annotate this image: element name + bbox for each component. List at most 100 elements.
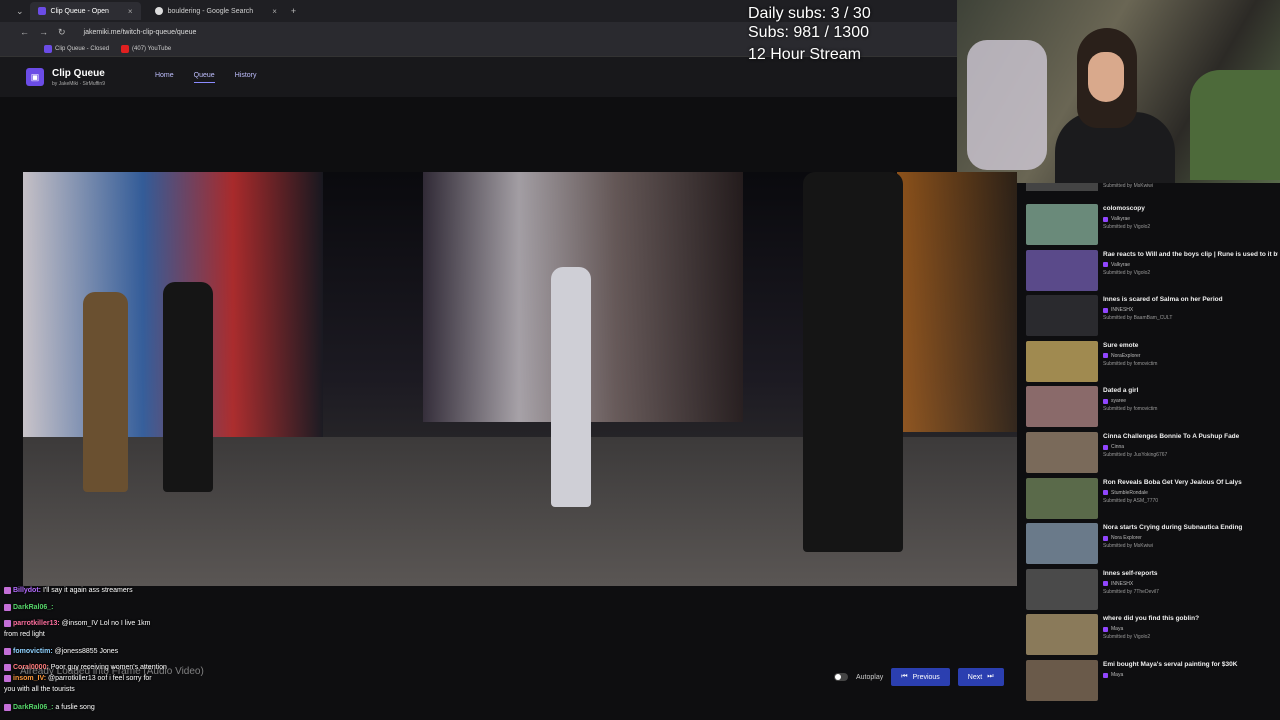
clip-queue-list: Submitted by MsKwiwi colomoscopy Valkyrae…	[1018, 183, 1280, 720]
chat-overlay: Billydot: I'll say it again ass streamer…	[0, 584, 300, 720]
nav-home[interactable]: Home	[155, 72, 174, 83]
app-title-block: Clip Queue by JakeMiki · SirMuffin9	[52, 68, 105, 87]
clip-thumbnail	[1026, 432, 1098, 473]
channel-name: Valkyrae	[1111, 261, 1131, 268]
queue-item[interactable]: colomoscopy Valkyrae Submitted by Vigolo2	[1026, 204, 1278, 248]
chat-message: parrotkiller13: @insom_IV Lol no I live …	[4, 619, 294, 628]
submitter: Submitted by MsKwiwi	[1103, 183, 1154, 189]
channel-row: Valkyrae	[1103, 262, 1130, 268]
chat-text: @insom_IV Lol no I live 1km	[61, 620, 151, 627]
queue-item[interactable]: Cinna Challenges Bonnie To A Pushup Fade…	[1026, 432, 1278, 476]
clip-title: Sure emote	[1103, 341, 1139, 349]
chat-text: a fuslie song	[55, 704, 95, 711]
video-pedestrian	[83, 292, 128, 492]
bookmark-youtube[interactable]: (407) YouTube	[121, 45, 171, 53]
queue-item[interactable]: where did you find this goblin? Maya Submi…	[1026, 614, 1278, 658]
clip-title: Ron Reveals Boba Get Very Jealous Of Lal…	[1103, 478, 1242, 486]
tab-google-search[interactable]: bouldering - Google Search ×	[147, 2, 285, 20]
queue-item[interactable]: Sure emote NoraExplorer Submitted by fomov…	[1026, 340, 1278, 385]
webcam-feed	[957, 0, 1280, 183]
clip-thumbnail	[1026, 614, 1098, 656]
clip-video-player[interactable]	[23, 172, 1017, 586]
queue-item[interactable]: Emi bought Maya's serval painting for $3…	[1026, 660, 1278, 704]
clip-thumbnail	[1026, 204, 1098, 245]
previous-button[interactable]: ⏮ Previous	[891, 668, 950, 686]
channel-name: StumbleRondale	[1111, 489, 1148, 496]
webcam-background	[1190, 70, 1280, 180]
clip-queue-favicon-icon	[37, 7, 46, 15]
chat-username[interactable]: parrotkiller13:	[13, 620, 60, 627]
clip-thumbnail	[1026, 523, 1098, 565]
twitch-icon	[1103, 216, 1108, 222]
chat-username[interactable]: DarkRal06_:	[13, 604, 53, 611]
channel-row: syaree	[1103, 398, 1126, 404]
nav-queue[interactable]: Queue	[193, 72, 215, 83]
webcam-chair	[967, 40, 1047, 170]
chat-message: DarkRal06_:	[4, 603, 294, 612]
tab-clip-queue[interactable]: Clip Queue - Open ×	[29, 2, 141, 20]
video-main-subject	[551, 267, 591, 507]
queue-item[interactable]: Ron Reveals Boba Get Very Jealous Of Lal…	[1026, 477, 1278, 522]
tab-label: bouldering - Google Search	[167, 7, 254, 15]
chat-message: DarkRal06_: a fuslie song	[4, 703, 294, 712]
forward-icon[interactable]: →	[39, 27, 48, 37]
chat-badge-icon	[4, 703, 11, 711]
close-tab-icon[interactable]: ×	[272, 7, 277, 16]
clip-title: colomoscopy	[1103, 205, 1145, 212]
nav-history[interactable]: History	[235, 72, 257, 83]
autoplay-label: Autoplay	[856, 673, 884, 681]
channel-name: NoraExplorer	[1111, 352, 1141, 359]
submitter: Submitted by Vigolo2	[1103, 224, 1151, 230]
chat-username[interactable]: fomovictim:	[13, 648, 53, 655]
chat-message: Billydot: I'll say it again ass streamer…	[4, 586, 294, 595]
tab-list-icon[interactable]: ⌄	[16, 6, 24, 17]
clip-title: Nora starts Crying during Subnautica End…	[1103, 524, 1243, 532]
next-button[interactable]: Next ⏭	[957, 668, 1004, 686]
chat-badge-icon	[4, 647, 11, 655]
clip-thumbnail	[1026, 295, 1098, 337]
bookmark-clip-queue[interactable]: Clip Queue - Closed	[44, 45, 109, 53]
submitter: Submitted by fomovictim	[1103, 360, 1158, 367]
close-tab-icon[interactable]: ×	[128, 7, 133, 16]
clip-title: Dated a girl	[1103, 387, 1139, 395]
address-bar[interactable]: jakemiki.me/twitch-clip-queue/queue	[84, 29, 197, 36]
stream-label: 12 Hour Stream	[748, 46, 861, 63]
channel-row: Cinna	[1103, 444, 1124, 450]
queue-item[interactable]: Dated a girl syaree Submitted by fomovicti…	[1026, 386, 1278, 430]
queue-item-partial[interactable]: Submitted by MsKwiwi	[1026, 183, 1278, 191]
new-tab-button[interactable]: +	[291, 6, 296, 16]
channel-row: Valkyrae	[1103, 216, 1130, 222]
queue-item[interactable]: Nora starts Crying during Subnautica End…	[1026, 523, 1278, 567]
channel-name: syaree	[1111, 398, 1127, 405]
queue-item[interactable]: Rae reacts to Will and the boys clip | R…	[1026, 249, 1278, 294]
queue-item[interactable]: Innes self-reports INNESHX Submitted by 7T…	[1026, 568, 1278, 613]
twitch-icon	[1103, 626, 1108, 632]
twitch-icon	[1103, 535, 1108, 541]
tab-label: Clip Queue - Open	[50, 7, 109, 15]
clip-title: Rae reacts to Will and the boys clip | R…	[1103, 250, 1278, 258]
back-icon[interactable]: ←	[20, 27, 29, 37]
clip-title: Innes is scared of Salma on her Period	[1103, 296, 1223, 304]
channel-name: Maya	[1111, 626, 1124, 633]
reload-icon[interactable]: ↻	[58, 27, 66, 38]
twitch-icon	[1103, 581, 1108, 587]
video-pedestrian	[163, 282, 213, 492]
chat-badge-icon	[4, 619, 11, 627]
chat-badge-icon	[4, 674, 11, 682]
chat-text: I'll say it again ass streamers	[42, 587, 133, 594]
twitch-icon	[1103, 262, 1108, 268]
autoplay-toggle[interactable]	[834, 673, 848, 681]
chat-username[interactable]: DarkRal06_:	[13, 704, 53, 711]
submitter: Submitted by MsKwiwi	[1103, 543, 1154, 550]
submitter: Submitted by BaamBam_CULT	[1103, 315, 1173, 322]
queue-item[interactable]: Innes is scared of Salma on her Period IN…	[1026, 295, 1278, 339]
video-buildings-right	[897, 172, 1017, 432]
channel-name: INNESHX	[1111, 307, 1134, 314]
youtube-favicon-icon	[121, 45, 130, 53]
clip-queue-logo-icon[interactable]: ▣	[26, 68, 44, 86]
twitch-icon	[1103, 444, 1108, 450]
submitter: Submitted by fomovictim	[1103, 406, 1158, 413]
chat-username[interactable]: Billydot:	[13, 587, 41, 594]
clip-thumbnail	[1026, 183, 1098, 191]
clip-thumbnail	[1026, 249, 1098, 291]
